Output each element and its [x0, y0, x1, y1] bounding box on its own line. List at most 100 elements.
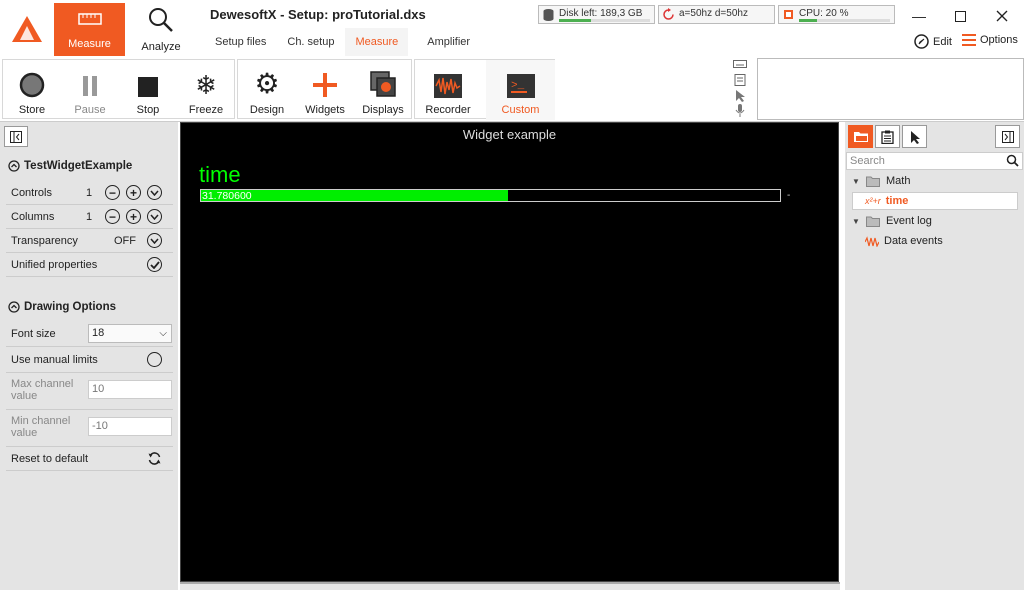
pointer-icon[interactable]	[728, 89, 752, 103]
widget-value-bar[interactable]: 31.780600	[200, 189, 781, 202]
disk-status[interactable]: Disk left: 189,3 GB	[538, 5, 655, 24]
displays-icon	[370, 71, 396, 97]
section-drawing-options-title: Drawing Options	[24, 301, 116, 313]
side-tool-icons	[728, 58, 752, 118]
tab-ch-setup[interactable]: Ch. setup	[277, 28, 344, 56]
checkmark-icon	[149, 260, 160, 269]
cpu-usage-bar	[799, 19, 817, 22]
chevron-down-icon: ⌵	[159, 328, 167, 339]
freeze-button[interactable]: ❄ Freeze	[177, 60, 235, 120]
mode-analyze-button[interactable]: Analyze	[130, 3, 192, 56]
sync-status[interactable]: a=50hz d=50hz	[658, 5, 775, 24]
reset-button[interactable]	[147, 451, 162, 469]
properties-panel: TestWidgetExample Controls 1 − + Columns…	[0, 122, 178, 590]
controls-dropdown-button[interactable]	[147, 185, 162, 200]
folder-icon	[866, 216, 880, 227]
transparency-row: Transparency OFF	[6, 229, 173, 253]
mode-analyze-label: Analyze	[141, 41, 181, 53]
columns-decrement-button[interactable]: −	[105, 209, 120, 224]
title-bar: Measure Analyze DewesoftX - Setup: proTu…	[0, 0, 1024, 58]
collapse-right-panel-button[interactable]	[995, 125, 1020, 148]
minus-icon: −	[108, 209, 116, 224]
channel-panel: Search ▼ Math x²+r time ▼ Event log Data…	[845, 122, 1024, 590]
unified-properties-checkbox[interactable]	[147, 257, 162, 272]
channel-search-input[interactable]: Search	[846, 152, 1023, 170]
stop-icon	[138, 77, 158, 97]
displays-button[interactable]: Displays	[354, 60, 412, 120]
tab-notes[interactable]	[875, 125, 900, 148]
custom-label: Custom	[501, 104, 540, 116]
design-button[interactable]: ⚙ Design	[238, 60, 296, 120]
transparency-dropdown-button[interactable]	[147, 233, 162, 248]
snowflake-icon: ❄	[195, 70, 217, 100]
refresh-icon	[148, 452, 161, 465]
controls-increment-button[interactable]: +	[126, 185, 141, 200]
widgets-button[interactable]: Widgets	[296, 60, 354, 120]
disk-usage-bar	[559, 19, 591, 22]
max-value-input[interactable]: 10	[88, 380, 172, 399]
plus-icon: +	[129, 209, 137, 224]
store-label: Store	[18, 104, 46, 116]
recorder-button[interactable]: Recorder	[419, 60, 477, 120]
close-button[interactable]	[992, 6, 1012, 26]
collapse-panel-button[interactable]	[4, 126, 28, 147]
options-button[interactable]: Options	[962, 34, 1018, 46]
tab-setup-files[interactable]: Setup files	[205, 28, 276, 56]
manual-limits-checkbox[interactable]	[147, 352, 162, 367]
store-button[interactable]: Store	[3, 60, 61, 120]
font-size-value: 18	[92, 327, 105, 339]
font-size-select[interactable]: 18 ⌵	[88, 324, 172, 343]
controls-decrement-button[interactable]: −	[105, 185, 120, 200]
subtab-bar: Setup files Ch. setup Measure Amplifier	[205, 28, 481, 56]
recorder-label: Recorder	[425, 104, 471, 116]
unified-properties-row: Unified properties	[6, 253, 173, 277]
window-title: DewesoftX - Setup: proTutorial.dxs	[210, 7, 426, 22]
custom-button[interactable]: >_ Custom	[486, 60, 555, 120]
mode-measure-button[interactable]: Measure	[54, 3, 125, 56]
tab-measure[interactable]: Measure	[345, 28, 409, 56]
sync-status-text: a=50hz d=50hz	[679, 8, 748, 19]
tree-channel-time[interactable]: x²+r time	[852, 192, 1018, 210]
sync-icon	[663, 8, 674, 20]
notes-icon[interactable]	[728, 74, 752, 88]
cpu-status-text: CPU: 20 %	[799, 8, 849, 19]
magnifier-icon	[149, 8, 173, 32]
min-value-input[interactable]: -10	[88, 417, 172, 436]
tree-group-math[interactable]: ▼ Math	[850, 172, 1024, 190]
columns-value: 1	[86, 211, 93, 223]
freeze-label: Freeze	[188, 104, 224, 116]
edit-button[interactable]: Edit	[914, 34, 952, 49]
columns-row: Columns 1 − +	[6, 205, 173, 229]
tree-channel-data-events[interactable]: Data events	[865, 232, 1024, 250]
widget-unit: -	[787, 190, 791, 201]
maximize-button[interactable]	[950, 6, 970, 26]
min-value-row: Min channel value -10	[6, 410, 173, 447]
columns-increment-button[interactable]: +	[126, 209, 141, 224]
keyboard-icon[interactable]	[728, 59, 752, 73]
columns-dropdown-button[interactable]	[147, 209, 162, 224]
tab-amplifier[interactable]: Amplifier	[417, 28, 480, 56]
cpu-status[interactable]: CPU: 20 %	[778, 5, 895, 24]
pause-button[interactable]: Pause	[61, 60, 119, 120]
minimize-button[interactable]: —	[909, 6, 929, 26]
widget-value-text: 31.780600	[202, 190, 252, 202]
edit-label: Edit	[933, 35, 952, 48]
stop-button[interactable]: Stop	[119, 60, 177, 120]
tab-cursor[interactable]	[902, 125, 927, 148]
pause-icon	[83, 76, 97, 96]
microphone-icon[interactable]	[728, 104, 752, 118]
display-types-group: Recorder >_ Custom	[414, 59, 555, 120]
measure-icon	[77, 13, 102, 25]
tree-group-event-log[interactable]: ▼ Event log	[850, 212, 1024, 230]
section-test-widget[interactable]: TestWidgetExample	[8, 160, 132, 172]
controls-row: Controls 1 − +	[6, 181, 173, 205]
gear-icon: ⚙	[254, 68, 280, 99]
tab-channels[interactable]	[848, 125, 873, 148]
reset-label: Reset to default	[11, 453, 89, 465]
display-scrollbar[interactable]	[180, 582, 840, 590]
section-drawing-options[interactable]: Drawing Options	[8, 301, 116, 313]
folder-open-icon	[853, 132, 868, 142]
math-formula-icon: x²+r	[865, 196, 881, 206]
display-canvas[interactable]: Widget example time 31.780600 -	[180, 122, 839, 582]
collapse-section-icon	[8, 301, 20, 313]
